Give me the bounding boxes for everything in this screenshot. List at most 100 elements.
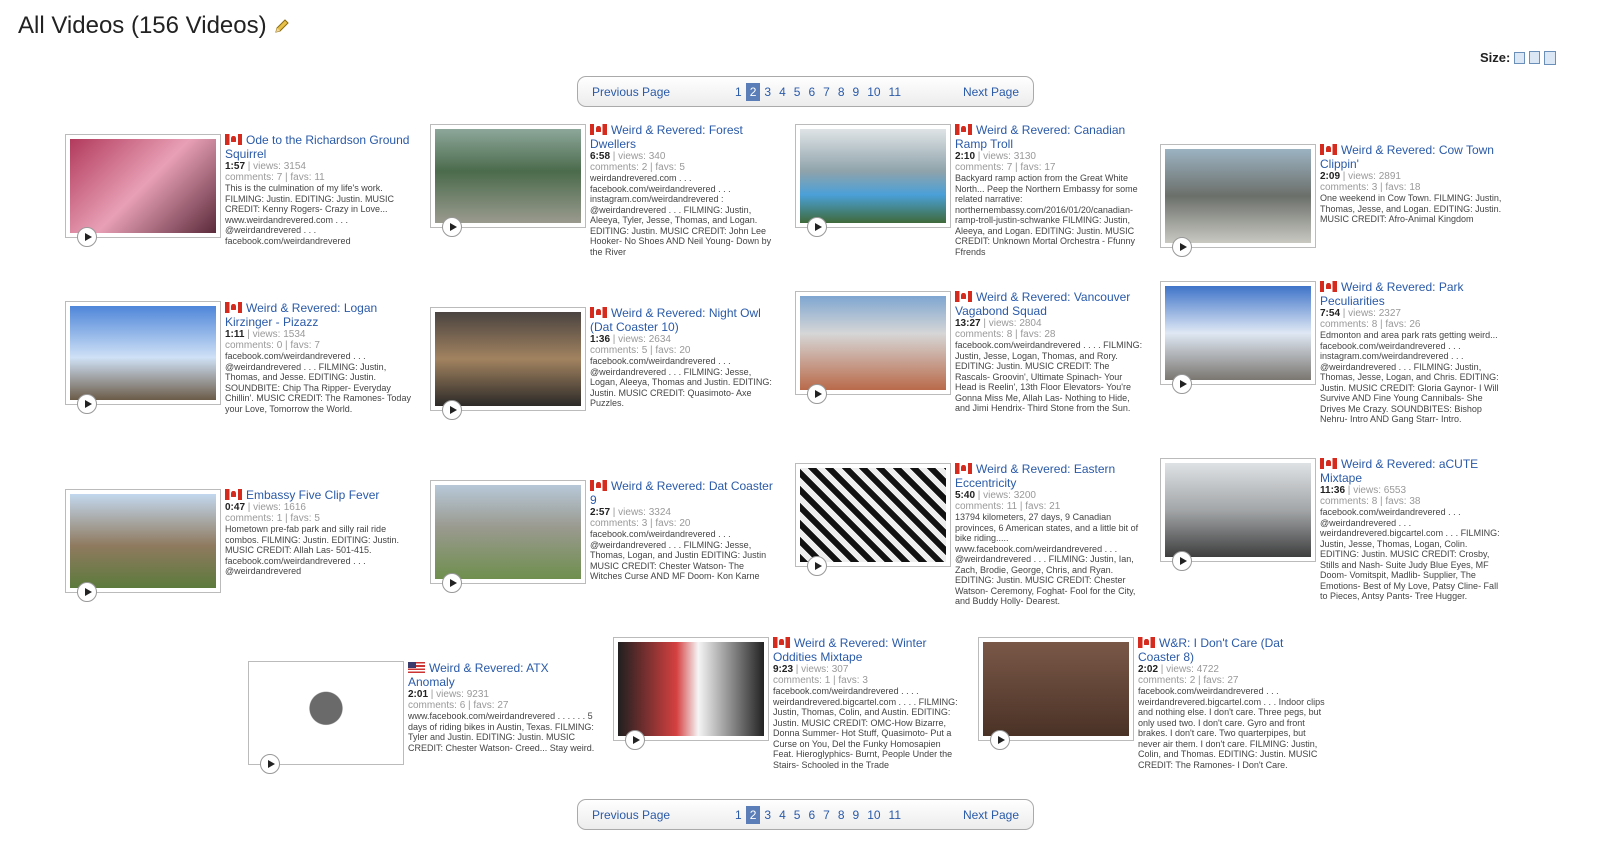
page-number-link[interactable]: 5	[790, 83, 805, 101]
video-thumbnail[interactable]	[248, 661, 404, 774]
next-page-link[interactable]: Next Page	[963, 808, 1019, 822]
page-number-link[interactable]: 10	[863, 806, 884, 824]
next-page-link[interactable]: Next Page	[963, 85, 1019, 99]
previous-page-link[interactable]: Previous Page	[592, 808, 670, 822]
play-icon[interactable]	[807, 556, 827, 576]
size-large-icon[interactable]	[1544, 50, 1557, 65]
comments-label: comments:	[955, 501, 1004, 512]
video-duration: 11:36	[1320, 485, 1346, 496]
page-number-link[interactable]: 4	[775, 83, 790, 101]
play-icon[interactable]	[442, 400, 462, 420]
play-icon[interactable]	[442, 573, 462, 593]
video-title-link[interactable]: Weird & Revered: Vancouver Vagabond Squa…	[955, 290, 1130, 318]
page-number-link[interactable]: 7	[819, 806, 834, 824]
edit-pencil-icon[interactable]	[273, 17, 291, 35]
canada-flag-icon	[1320, 458, 1337, 469]
video-title-link[interactable]: Weird & Revered: Night Owl (Dat Coaster …	[590, 306, 761, 334]
play-icon[interactable]	[990, 730, 1010, 750]
play-icon[interactable]	[1172, 374, 1192, 394]
page-number-link[interactable]: 8	[834, 83, 849, 101]
video-info: Weird & Revered: Vancouver Vagabond Squa…	[955, 290, 1143, 413]
comments-label: comments:	[1320, 496, 1369, 507]
video-thumbnail[interactable]	[65, 301, 221, 414]
video-thumbnail[interactable]	[430, 480, 586, 593]
video-title-link[interactable]: Weird & Revered: Logan Kirzinger - Pizaz…	[225, 301, 377, 329]
canada-flag-icon	[225, 134, 242, 145]
video-title-link[interactable]: W&R: I Don't Care (Dat Coaster 8)	[1138, 636, 1283, 664]
page-number-link[interactable]: 8	[834, 806, 849, 824]
play-icon[interactable]	[807, 217, 827, 237]
video-description: facebook.com/weirdandrevered . . . @weir…	[225, 351, 411, 414]
favs-count: 27	[1227, 675, 1239, 686]
views-count: 1534	[283, 329, 306, 340]
video-thumbnail[interactable]	[65, 489, 221, 602]
page-number-link[interactable]: 11	[885, 806, 905, 824]
video-thumbnail[interactable]	[430, 307, 586, 420]
video-description: One weekend in Cow Town. FILMING: Justin…	[1320, 193, 1502, 224]
favs-label: favs:	[290, 340, 312, 351]
video-title-link[interactable]: Weird & Revered: Cow Town Clippin'	[1320, 143, 1494, 171]
video-duration: 13:27	[955, 318, 981, 329]
video-duration: 2:02	[1138, 664, 1159, 675]
comments-count: 3	[1371, 182, 1378, 193]
video-title-link[interactable]: Embassy Five Clip Fever	[246, 488, 379, 502]
page-number-link[interactable]: 3	[760, 83, 775, 101]
play-icon[interactable]	[1172, 551, 1192, 571]
favs-label: favs:	[1385, 182, 1407, 193]
video-thumbnail[interactable]	[1160, 144, 1316, 257]
video-title-link[interactable]: Weird & Revered: Forest Dwellers	[590, 123, 743, 151]
play-icon[interactable]	[77, 227, 97, 247]
page-number-link[interactable]: 10	[863, 83, 884, 101]
comments-count: 8	[1371, 496, 1378, 507]
page-number-link[interactable]: 3	[760, 806, 775, 824]
video-thumbnail[interactable]	[795, 291, 951, 404]
video-thumbnail[interactable]	[430, 124, 586, 237]
page-number-link[interactable]: 6	[804, 806, 819, 824]
size-small-icon[interactable]	[1514, 51, 1526, 64]
page-number-link[interactable]: 4	[775, 806, 790, 824]
play-icon[interactable]	[807, 384, 827, 404]
video-title-link[interactable]: Weird & Revered: Eastern Eccentricity	[955, 462, 1115, 490]
video-thumbnail[interactable]	[65, 134, 221, 247]
page-number-link[interactable]: 5	[790, 806, 805, 824]
favs-label: favs:	[290, 513, 312, 524]
page-number-link[interactable]: 2	[745, 806, 761, 824]
video-title-link[interactable]: Ode to the Richardson Ground Squirrel	[225, 133, 409, 161]
page-number-link[interactable]: 6	[804, 83, 819, 101]
play-icon[interactable]	[77, 582, 97, 602]
video-title-link[interactable]: Weird & Revered: Winter Oddities Mixtape	[773, 636, 927, 664]
pagination-top: Previous Page 1 2 3 4 5 6 7 8 9 10 11 Next Page	[577, 76, 1034, 107]
video-info: W&R: I Don't Care (Dat Coaster 8) 2:02 | …	[1138, 636, 1325, 770]
video-thumbnail[interactable]	[613, 637, 769, 750]
play-icon[interactable]	[1172, 237, 1192, 257]
video-title-link[interactable]: Weird & Revered: Canadian Ramp Troll	[955, 123, 1125, 151]
page-number-link[interactable]: 1	[731, 83, 746, 101]
page-number-link[interactable]: 9	[849, 83, 864, 101]
views-count: 3324	[648, 507, 671, 518]
previous-page-link[interactable]: Previous Page	[592, 85, 670, 99]
video-title-link[interactable]: Weird & Revered: Dat Coaster 9	[590, 479, 773, 507]
page-number-link[interactable]: 11	[885, 83, 905, 101]
page-number-link[interactable]: 7	[819, 83, 834, 101]
page-number-link[interactable]: 1	[731, 806, 746, 824]
video-thumbnail[interactable]	[978, 637, 1134, 750]
comments-count: 1	[276, 513, 283, 524]
video-title-link[interactable]: Weird & Revered: aCUTE Mixtape	[1320, 457, 1478, 485]
play-icon[interactable]	[77, 394, 97, 414]
favs-count: 28	[1044, 329, 1056, 340]
play-icon[interactable]	[442, 217, 462, 237]
page-number-link[interactable]: 2	[745, 83, 761, 101]
size-medium-icon[interactable]	[1529, 51, 1541, 64]
canada-flag-icon	[590, 480, 607, 491]
video-thumbnail[interactable]	[795, 124, 951, 237]
video-duration: 2:10	[955, 151, 976, 162]
video-thumbnail[interactable]	[795, 463, 951, 576]
page-number-link[interactable]: 9	[849, 806, 864, 824]
video-thumbnail[interactable]	[1160, 458, 1316, 571]
video-title-link[interactable]: Weird & Revered: Park Peculiarities	[1320, 280, 1464, 308]
play-icon[interactable]	[260, 754, 280, 774]
video-thumbnail[interactable]	[1160, 281, 1316, 394]
video-title-link[interactable]: Weird & Revered: ATX Anomaly	[408, 661, 549, 689]
video-info: Weird & Revered: Cow Town Clippin' 2:09 |…	[1320, 143, 1508, 225]
play-icon[interactable]	[625, 730, 645, 750]
